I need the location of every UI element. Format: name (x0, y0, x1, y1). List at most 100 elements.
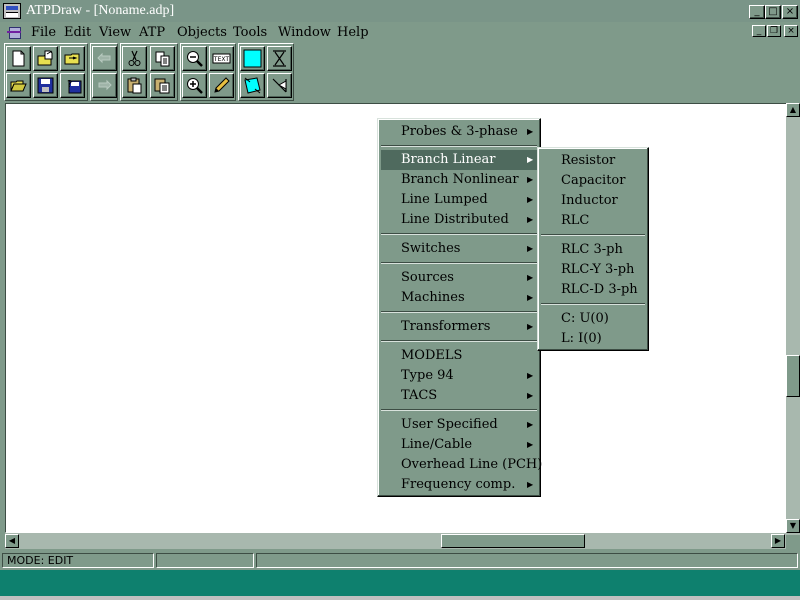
zoom-in-icon[interactable] (182, 73, 207, 98)
menu-item-label: Machines (401, 290, 465, 305)
menu-window[interactable]: Window (278, 25, 331, 40)
menu-overhead-line-pch[interactable]: Overhead Line (PCH) (381, 455, 542, 475)
menu-view[interactable]: View (99, 25, 131, 40)
submenu-resistor[interactable]: Resistor (541, 151, 645, 171)
redo-icon[interactable] (92, 73, 117, 98)
menu-probes-3-phase[interactable]: Probes & 3-phase ▶ (381, 122, 537, 142)
menu-objects[interactable]: Objects (177, 25, 227, 40)
menu-separator (381, 262, 537, 264)
maximize-button[interactable]: □ (765, 5, 781, 19)
cut-icon[interactable] (122, 46, 147, 71)
menu-item-label: L: I(0) (561, 331, 602, 346)
menu-branch-linear[interactable]: Branch Linear ▶ (381, 150, 537, 170)
text-icon[interactable]: TEXT (209, 46, 234, 71)
zoom-out-icon[interactable] (182, 46, 207, 71)
undo-icon[interactable] (92, 46, 117, 71)
scroll-up-button[interactable]: ▲ (786, 103, 800, 117)
submenu-arrow-icon: ▶ (527, 175, 534, 184)
horizontal-scroll-thumb[interactable] (441, 534, 585, 548)
menu-line-lumped[interactable]: Line Lumped ▶ (381, 190, 537, 210)
status-mode: MODE: EDIT (2, 553, 154, 568)
document-icon[interactable] (7, 27, 21, 39)
menu-item-label: Branch Linear (401, 152, 496, 167)
menu-separator (381, 233, 537, 235)
submenu-rlc-d-3ph[interactable]: RLC-D 3-ph (541, 280, 645, 300)
minimize-button[interactable]: _ (749, 5, 765, 19)
submenu-arrow-icon: ▶ (527, 244, 534, 253)
save-icon[interactable] (33, 73, 58, 98)
components-menu: Probes & 3-phase ▶ Branch Linear ▶ Branch … (377, 118, 542, 497)
transformer-icon[interactable] (267, 46, 292, 71)
menu-item-label: Line Lumped (401, 192, 488, 207)
menu-item-label: RLC-D 3-ph (561, 282, 638, 297)
title-bar[interactable]: ATPDraw - [Noname.adp] _ □ × (0, 0, 800, 22)
submenu-arrow-icon: ▶ (527, 440, 534, 449)
menu-item-label: Resistor (561, 153, 616, 168)
menu-line-distributed[interactable]: Line Distributed ▶ (381, 210, 537, 230)
flip-icon[interactable] (267, 73, 292, 98)
menu-tools[interactable]: Tools (233, 25, 267, 40)
menu-transformers[interactable]: Transformers ▶ (381, 317, 537, 337)
menu-item-label: Overhead Line (PCH) (401, 457, 543, 472)
menu-user-specified[interactable]: User Specified ▶ (381, 415, 537, 435)
svg-text:?: ? (67, 79, 72, 90)
menu-switches[interactable]: Switches ▶ (381, 239, 537, 259)
mdi-restore-button[interactable]: ❐ (767, 25, 781, 37)
app-window: ATPDraw - [Noname.adp] _ □ × File Edit V… (0, 0, 800, 570)
submenu-l-i0[interactable]: L: I(0) (541, 329, 645, 349)
menu-separator (381, 340, 537, 342)
menu-sources[interactable]: Sources ▶ (381, 268, 537, 288)
fill-icon[interactable] (240, 46, 265, 71)
submenu-rlc-3ph[interactable]: RLC 3-ph (541, 240, 645, 260)
menu-item-label: Transformers (401, 319, 491, 334)
import-icon[interactable] (60, 46, 85, 71)
menu-frequency-comp[interactable]: Frequency comp. ▶ (381, 475, 537, 495)
app-icon[interactable] (3, 3, 21, 19)
scroll-down-button[interactable]: ▼ (786, 519, 800, 533)
mdi-minimize-button[interactable]: _ (752, 25, 766, 37)
new-icon[interactable] (6, 46, 31, 71)
menu-separator (381, 145, 537, 147)
open-icon[interactable] (6, 73, 31, 98)
submenu-capacitor[interactable]: Capacitor (541, 171, 645, 191)
menu-item-label: RLC-Y 3-ph (561, 262, 635, 277)
save-as-icon[interactable]: ? (60, 73, 85, 98)
paste-icon[interactable] (122, 73, 147, 98)
mdi-close-button[interactable]: × (784, 25, 798, 37)
rotate-icon[interactable] (240, 73, 265, 98)
menu-type-94[interactable]: Type 94 ▶ (381, 366, 537, 386)
menu-item-label: Probes & 3-phase (401, 124, 518, 139)
copy-icon[interactable] (150, 46, 175, 71)
status-pane-2 (156, 553, 254, 568)
paste-group-icon[interactable] (150, 73, 175, 98)
submenu-inductor[interactable]: Inductor (541, 191, 645, 211)
menu-item-label: RLC (561, 213, 590, 228)
scroll-right-button[interactable]: ▶ (771, 534, 785, 548)
open-multi-icon[interactable] (33, 46, 58, 71)
menu-file[interactable]: File (31, 25, 56, 40)
menu-item-label: Type 94 (401, 368, 454, 383)
menu-atp[interactable]: ATP (139, 25, 165, 40)
submenu-arrow-icon: ▶ (527, 391, 534, 400)
menu-item-label: RLC 3-ph (561, 242, 623, 257)
vertical-scroll-thumb[interactable] (786, 355, 800, 397)
pencil-icon[interactable] (209, 73, 234, 98)
submenu-rlc[interactable]: RLC (541, 211, 645, 231)
menu-help[interactable]: Help (337, 25, 369, 40)
menu-line-cable[interactable]: Line/Cable ▶ (381, 435, 537, 455)
submenu-rlc-y-3ph[interactable]: RLC-Y 3-ph (541, 260, 645, 280)
menu-edit[interactable]: Edit (64, 25, 91, 40)
submenu-arrow-icon: ▶ (527, 273, 534, 282)
vertical-scrollbar[interactable]: ▲ ▼ (786, 103, 800, 535)
submenu-c-u0[interactable]: C: U(0) (541, 309, 645, 329)
scroll-left-button[interactable]: ◀ (5, 534, 19, 548)
menu-branch-nonlinear[interactable]: Branch Nonlinear ▶ (381, 170, 537, 190)
menu-machines[interactable]: Machines ▶ (381, 288, 537, 308)
menu-models[interactable]: MODELS (381, 346, 537, 366)
close-button[interactable]: × (782, 5, 798, 19)
horizontal-scrollbar[interactable]: ◀ ▶ (5, 533, 786, 549)
menu-item-label: Switches (401, 241, 461, 256)
toolbar: TEXT ? (0, 43, 800, 101)
menu-tacs[interactable]: TACS ▶ (381, 386, 537, 406)
menu-item-label: C: U(0) (561, 311, 609, 326)
